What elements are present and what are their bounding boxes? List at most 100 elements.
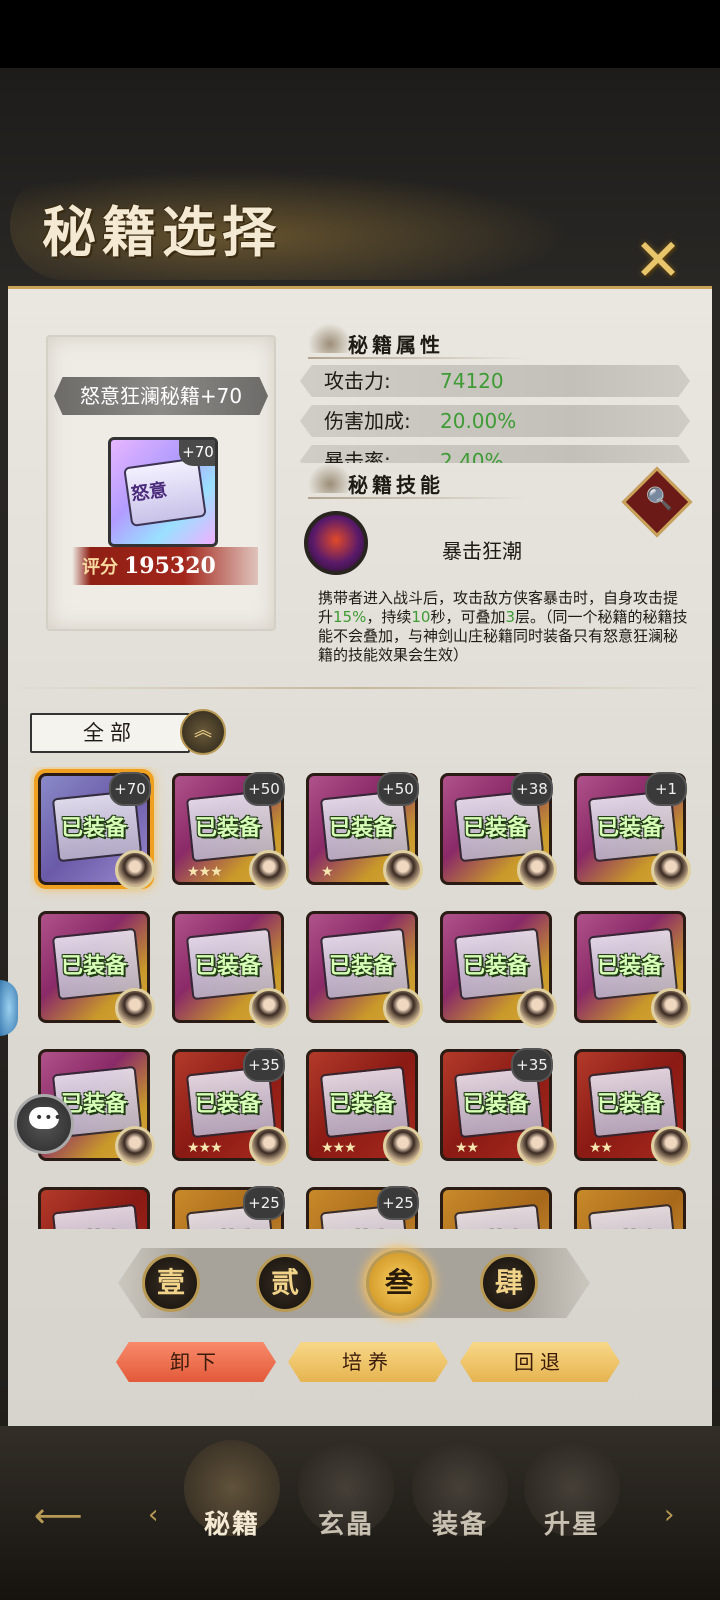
hero-avatar — [517, 988, 557, 1028]
hero-avatar — [249, 988, 289, 1028]
skill-description: 携带者进入战斗后，攻击敌方侠客暴击时，自身攻击提升15%，持续10秒，可叠加3层… — [318, 589, 688, 665]
equipped-label: 已装备 — [462, 1092, 529, 1117]
manual-slot[interactable]: 已装备 +35 ★★★ — [172, 1048, 289, 1166]
star-rating: ★★★ — [187, 1140, 223, 1156]
equipped-label: 已装备 — [328, 816, 395, 841]
filter-dropdown[interactable]: 全部 — [30, 713, 190, 753]
desc-highlight: 3 — [505, 608, 516, 626]
chevron-up-icon[interactable]: ︽ — [180, 709, 226, 755]
hero-avatar — [651, 850, 691, 890]
manual-icon-text: 怒意 — [129, 479, 169, 506]
equipped-label: 已装备 — [175, 1224, 281, 1229]
page-button-3[interactable]: 叁 — [366, 1250, 432, 1316]
equipped-label: 已装备 — [462, 954, 529, 979]
attribute-label: 暴击率: — [324, 449, 391, 463]
level-badge: +35 — [511, 1048, 553, 1082]
nav-label: 升星 — [544, 1510, 601, 1540]
arrow-left-icon[interactable]: ⟵ — [34, 1496, 83, 1536]
chevron-right-icon[interactable]: › — [664, 1500, 674, 1530]
section-divider — [308, 497, 528, 499]
hero-avatar — [651, 988, 691, 1028]
page-button-2[interactable]: 贰 — [256, 1254, 314, 1312]
level-badge: +70 — [109, 772, 151, 806]
level-badge: +1 — [645, 772, 687, 806]
level-badge: +38 — [511, 772, 553, 806]
manual-grid: 已装备 +70 已装备 +50 ★★★ 已装备 +50 ★ 已装备 +38 已装备 +1 已装备 已装备已… — [30, 767, 698, 1229]
level-badge: +25 — [243, 1186, 285, 1220]
score-label: 评分 — [82, 557, 118, 578]
level-badge: +50 — [243, 772, 285, 806]
chevron-left-icon[interactable]: ‹ — [148, 1500, 158, 1530]
hero-avatar — [517, 1126, 557, 1166]
page-button-1[interactable]: 壹 — [142, 1254, 200, 1312]
hero-avatar — [249, 1126, 289, 1166]
hero-avatar — [115, 1126, 155, 1166]
manual-slot[interactable]: 已装备 +35 ★★ — [440, 1048, 557, 1166]
hero-avatar — [115, 850, 155, 890]
attributes-list: 攻击力: 74120 伤害加成: 20.00% 暴击率: 2.40% — [300, 365, 690, 463]
attribute-value: 2.40% — [440, 449, 504, 463]
hero-avatar — [383, 988, 423, 1028]
chat-icon: ••• — [35, 1110, 63, 1126]
equipped-label: 已装备 — [194, 816, 261, 841]
header: 秘籍选择 ✕ — [0, 150, 720, 300]
manual-slot[interactable]: 已装备 — [574, 911, 691, 1028]
manual-slot[interactable]: 已装备 +38 — [440, 772, 557, 890]
manual-slot[interactable]: 已装备 +25 — [172, 1186, 285, 1229]
nav-label: 装备 — [432, 1510, 489, 1540]
nav-label: 秘籍 — [204, 1510, 261, 1540]
level-badge: +50 — [377, 772, 419, 806]
star-rating: ★★ — [589, 1140, 613, 1156]
manual-slot[interactable]: 已装备 — [440, 1187, 552, 1229]
score-value: 195320 — [124, 553, 216, 579]
manual-slot[interactable]: 已装备 — [172, 911, 289, 1028]
equipped-label: 已装备 — [462, 816, 529, 841]
attribute-row: 暴击率: 2.40% — [300, 445, 690, 463]
attribute-row: 攻击力: 74120 — [300, 365, 690, 397]
nav-label: 玄晶 — [318, 1510, 375, 1540]
manual-slot[interactable]: 已装备 +70 — [38, 772, 155, 890]
skill-detail-button[interactable]: 🔍 — [621, 466, 693, 538]
skill-title: 秘籍技能 — [348, 473, 444, 497]
manual-slot[interactable]: 已装备 — [38, 1187, 150, 1229]
manual-slot[interactable]: 已装备 +50 ★★★ — [172, 772, 289, 890]
manual-slot[interactable]: 已装备 ★★ — [574, 1049, 691, 1166]
attribute-value: 20.00% — [440, 409, 517, 433]
attribute-value: 74120 — [440, 369, 504, 393]
equipped-label: 已装备 — [596, 954, 663, 979]
equipped-label: 已装备 — [309, 1224, 415, 1229]
level-badge: +25 — [377, 1186, 419, 1220]
manual-slot[interactable]: 已装备 +50 ★ — [306, 772, 423, 890]
ink-brush-icon — [308, 463, 352, 493]
back-button[interactable]: 回退 — [460, 1342, 620, 1382]
manual-name: 怒意狂澜秘籍+70 — [54, 377, 268, 415]
hero-avatar — [517, 850, 557, 890]
selected-manual-card: 怒意狂澜秘籍+70 怒意 +70 评分 195320 — [46, 335, 276, 631]
equipped-label: 已装备 — [328, 954, 395, 979]
skill-icon[interactable] — [304, 511, 368, 575]
skill-name: 暴击狂潮 — [442, 539, 522, 563]
equipped-label: 已装备 — [194, 1092, 261, 1117]
close-button[interactable]: ✕ — [630, 231, 686, 289]
desc-text: 秒，可叠加 — [430, 608, 506, 626]
manual-slot[interactable]: 已装备 +1 — [574, 772, 691, 890]
section-divider — [8, 687, 712, 689]
equipped-label: 已装备 — [577, 1224, 683, 1229]
train-button[interactable]: 培养 — [288, 1342, 448, 1382]
manual-slot[interactable]: 已装备 — [574, 1187, 686, 1229]
manual-slot[interactable]: 已装备 ★★★ — [306, 1049, 423, 1166]
star-rating: ★★ — [455, 1140, 479, 1156]
manual-icon[interactable]: 怒意 +70 — [108, 437, 218, 547]
equipped-label: 已装备 — [60, 816, 127, 841]
page-button-4[interactable]: 肆 — [480, 1254, 538, 1312]
manual-slot[interactable]: 已装备 — [306, 911, 423, 1028]
unequip-button[interactable]: 卸下 — [116, 1342, 276, 1382]
manual-slot[interactable]: 已装备 — [38, 911, 155, 1028]
manual-slot[interactable]: 已装备 +25 — [306, 1186, 419, 1229]
manual-slot[interactable]: 已装备 — [440, 911, 557, 1028]
chat-button[interactable]: ••• — [14, 1094, 74, 1154]
equipped-label: 已装备 — [60, 954, 127, 979]
section-divider — [308, 357, 528, 359]
hero-avatar — [383, 850, 423, 890]
attributes-title: 秘籍属性 — [348, 333, 444, 357]
